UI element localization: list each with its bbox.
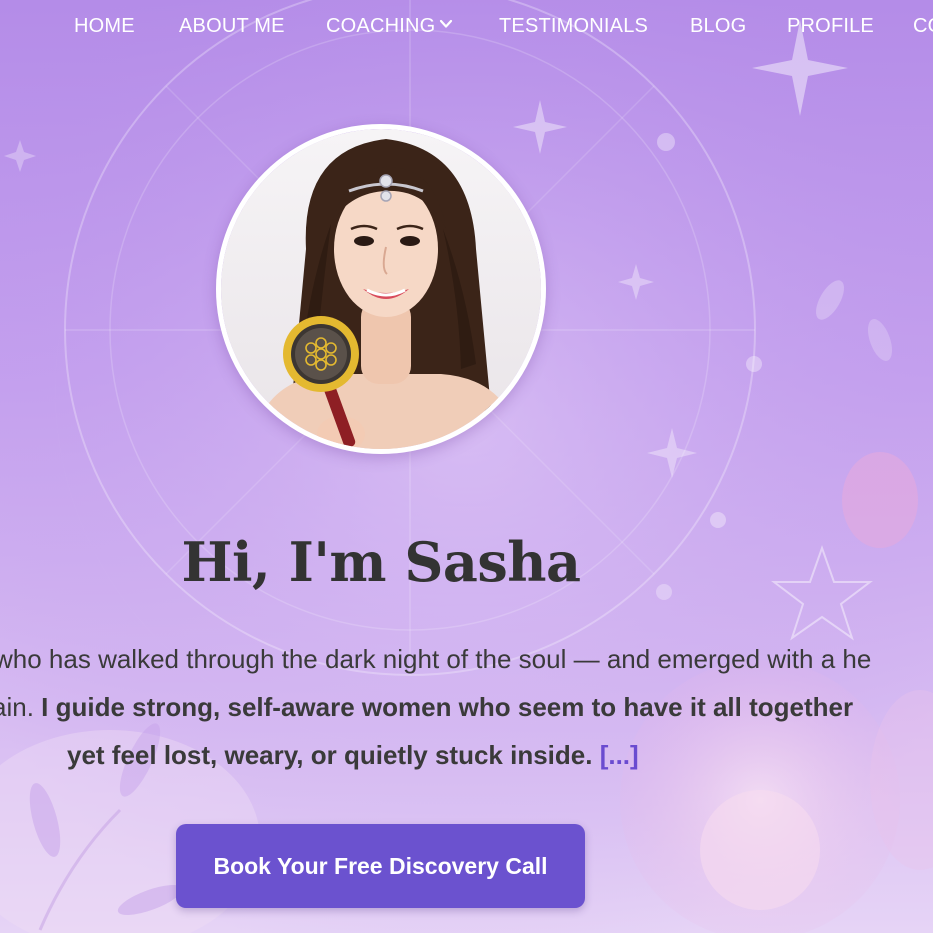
celestial-background: [0, 0, 933, 933]
intro-line-3: yet feel lost, weary, or quietly stuck i…: [67, 738, 639, 772]
nav-item-coaching[interactable]: COACHING: [326, 15, 453, 38]
intro-line-2-bold: I guide strong, self-aware women who see…: [41, 692, 854, 722]
intro-line-3-bold: yet feel lost, weary, or quietly stuck i…: [67, 740, 600, 770]
profile-photo: [216, 124, 546, 454]
intro-line-1: who has walked through the dark night of…: [0, 644, 872, 674]
main-navigation: HOME ABOUT ME COACHING TESTIMONIALS BLOG…: [0, 0, 933, 56]
nav-item-testimonials[interactable]: TESTIMONIALS: [499, 15, 648, 38]
nav-item-contact[interactable]: CO: [913, 15, 933, 38]
chevron-down-icon: [440, 19, 453, 28]
nav-item-profile[interactable]: PROFILE: [787, 15, 874, 38]
hero-heading: Hi, I'm Sasha: [181, 530, 581, 594]
intro-line-2-plain: ain.: [0, 692, 34, 722]
nav-item-blog[interactable]: BLOG: [690, 15, 746, 38]
nav-item-about-me[interactable]: ABOUT ME: [179, 15, 285, 38]
intro-line-2: ain. I guide strong, self-aware women wh…: [0, 690, 853, 724]
book-discovery-call-button[interactable]: Book Your Free Discovery Call: [176, 824, 585, 908]
read-more-link[interactable]: [...]: [600, 740, 639, 770]
nav-item-coaching-label: COACHING: [326, 15, 436, 37]
hero-intro-paragraph: who has walked through the dark night of…: [0, 642, 933, 782]
nav-item-home[interactable]: HOME: [74, 15, 135, 38]
portrait-illustration: [221, 129, 541, 449]
